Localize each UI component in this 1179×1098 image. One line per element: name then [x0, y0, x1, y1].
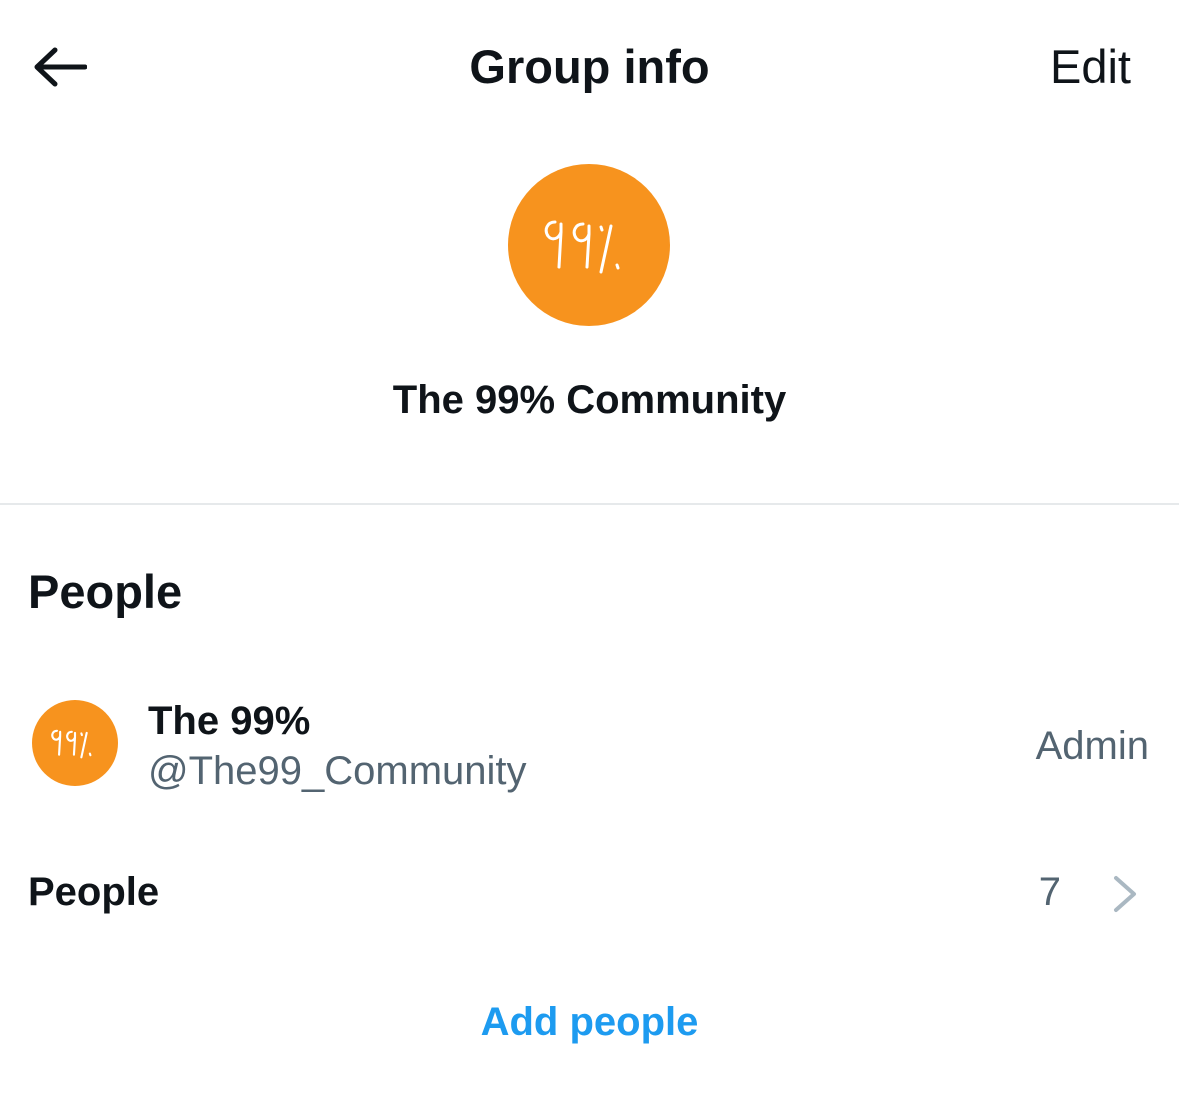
- page-title: Group info: [469, 40, 710, 93]
- edit-button[interactable]: Edit: [1050, 38, 1131, 96]
- people-row-label: People: [28, 870, 160, 914]
- member-avatar-logo: [51, 729, 92, 759]
- member-name: The 99%: [148, 699, 311, 743]
- member-role-badge: Admin: [1035, 724, 1149, 768]
- people-list-row[interactable]: People 7: [0, 850, 1179, 936]
- chevron-right-icon: [1114, 876, 1136, 912]
- people-count: 7: [1038, 870, 1061, 914]
- group-avatar-logo: [544, 220, 620, 274]
- member-row[interactable]: The 99% @The99_Community Admin: [0, 680, 1179, 800]
- section-divider: [0, 503, 1179, 505]
- group-name: The 99% Community: [392, 378, 787, 422]
- people-section-heading: People: [28, 565, 183, 618]
- group-avatar[interactable]: [508, 164, 670, 326]
- member-avatar[interactable]: [32, 700, 118, 786]
- add-people-button-container: Add people: [0, 996, 1179, 1048]
- add-people-button[interactable]: Add people: [481, 1000, 699, 1044]
- member-handle: @The99_Community: [148, 749, 527, 793]
